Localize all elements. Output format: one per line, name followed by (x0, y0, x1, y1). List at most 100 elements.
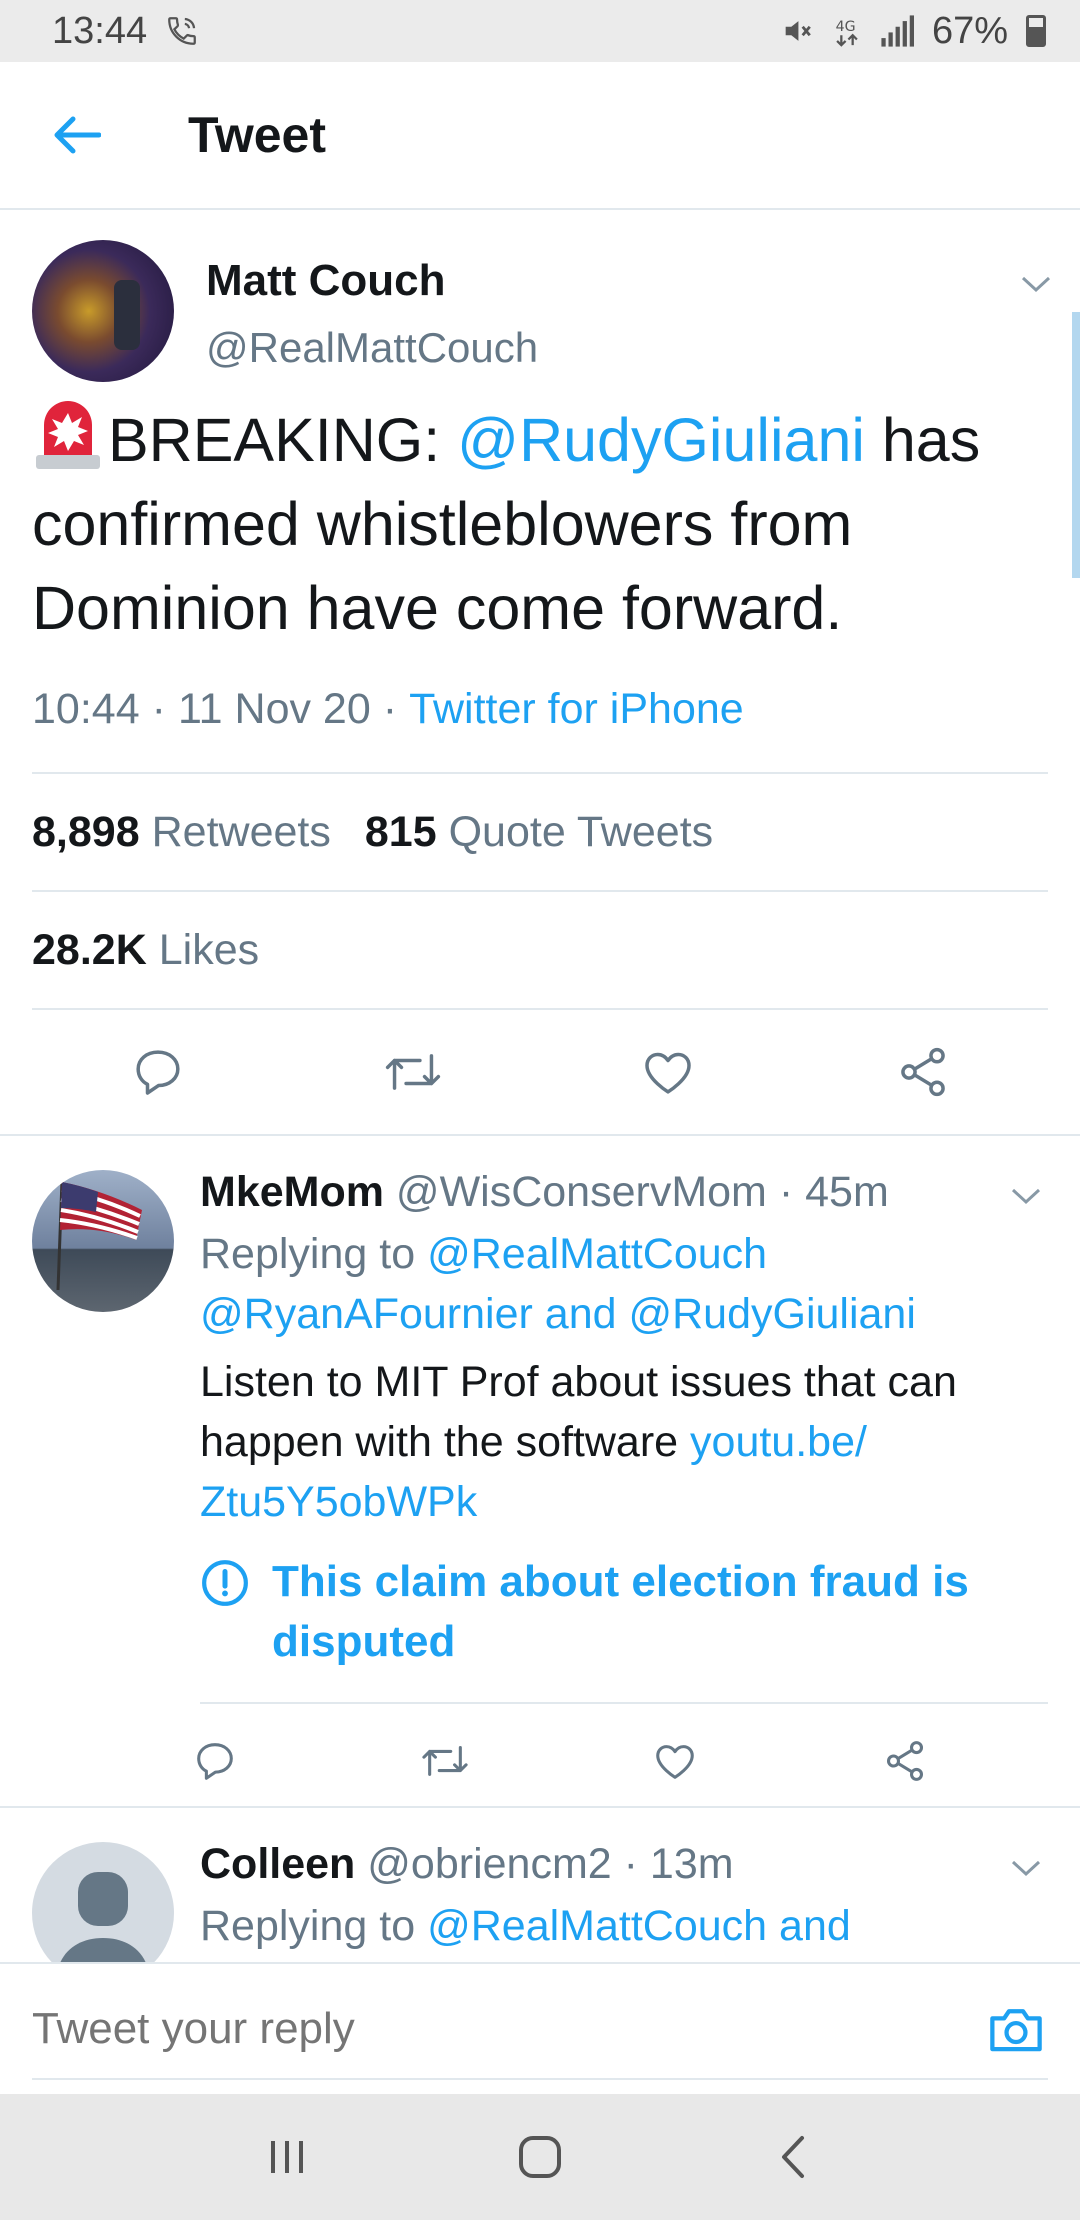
reply-text: Listen to MIT Prof about issues that can… (200, 1352, 1030, 1532)
tweet-date: 11 Nov 20 (177, 684, 371, 733)
author-name[interactable]: Matt Couch (206, 256, 446, 306)
quotes-label: Quote Tweets (448, 807, 714, 856)
data-icon: 4G (836, 19, 858, 47)
recents-button[interactable] (247, 2117, 327, 2197)
retweet-button[interactable] (378, 1037, 448, 1107)
likes-stats: 28.2K Likes (0, 892, 1080, 1008)
replying-to-mention[interactable]: @RealMattCouch and (427, 1902, 851, 1950)
reply-input[interactable] (32, 2004, 832, 2054)
reply-menu-button[interactable] (1006, 1176, 1046, 1216)
reply-age: 13m (649, 1840, 734, 1888)
back-button[interactable] (40, 99, 112, 171)
phone-call-icon (168, 17, 196, 45)
mute-icon (785, 21, 811, 41)
signal-icon (881, 15, 914, 47)
reply-author-name[interactable]: Colleen (200, 1840, 355, 1888)
tweet-menu-button[interactable] (1016, 264, 1056, 304)
likes-count: 28.2K (32, 925, 147, 974)
reply-author-handle[interactable]: @WisConservMom (396, 1168, 767, 1216)
reply-age: 45m (805, 1168, 889, 1216)
camera-icon (990, 2009, 1042, 2052)
retweets-count: 8,898 (32, 807, 140, 856)
system-nav-bar (0, 2094, 1080, 2220)
chevron-down-icon (1021, 276, 1051, 293)
avatar[interactable] (32, 1842, 174, 1962)
main-tweet: Matt Couch @RealMattCouch BREAKING: @Rud… (0, 210, 1080, 1134)
share-icon (886, 1741, 924, 1781)
replying-to-label: Replying to (200, 1230, 428, 1278)
author-handle[interactable]: @RealMattCouch (206, 324, 538, 372)
like-icon (644, 1052, 691, 1094)
tweet-meta: 10:44 · 11 Nov 20 · Twitter for iPhone (0, 670, 1080, 748)
tweet-text-prefix: BREAKING: (108, 406, 458, 474)
quotes-stat[interactable]: 815 Quote Tweets (365, 808, 747, 857)
share-button[interactable] (888, 1037, 958, 1107)
reply-icon (135, 1050, 180, 1095)
like-button[interactable] (640, 1726, 710, 1796)
reply-button[interactable] (180, 1726, 250, 1796)
replying-to-label: Replying to (200, 1902, 428, 1950)
reply-menu-button[interactable] (1006, 1848, 1046, 1888)
composer-underline (32, 2078, 1048, 2080)
replying-to: Replying to @RealMattCouch (200, 1224, 1024, 1284)
separator-dot: · (382, 684, 398, 733)
status-time: 13:44 (52, 9, 148, 52)
nav-back-button[interactable] (753, 2117, 833, 2197)
replying-to-mention[interactable]: @RealMattCouch (427, 1230, 767, 1278)
battery-percent: 67% (931, 9, 1008, 52)
page-title: Tweet (188, 107, 326, 163)
divider (200, 1702, 1048, 1704)
retweet-icon (422, 1746, 468, 1776)
camera-button[interactable] (984, 1997, 1048, 2061)
replying-to-more: @RyanAFournier and @RudyGiuliani (200, 1284, 1024, 1344)
replying-to-mentions[interactable]: @RyanAFournier and @RudyGiuliani (200, 1290, 916, 1338)
like-button[interactable] (633, 1037, 703, 1107)
siren-emoji (36, 401, 100, 469)
flag-image (56, 1179, 142, 1291)
reply-author-name[interactable]: MkeMom (200, 1168, 384, 1216)
avatar[interactable] (32, 240, 174, 382)
tweet-actions (0, 1010, 1080, 1134)
share-button[interactable] (870, 1726, 940, 1796)
likes-stat[interactable]: 28.2K Likes (32, 926, 293, 975)
retweets-stat[interactable]: 8,898 Retweets (32, 808, 365, 857)
reply-link-part1[interactable]: youtu.be/ (690, 1418, 867, 1466)
retweet-stats: 8,898 Retweets 815 Quote Tweets (0, 774, 1080, 890)
svg-text:4G: 4G (836, 19, 856, 35)
separator-dot: · (151, 684, 166, 733)
mention-link[interactable]: @RudyGiuliani (457, 406, 865, 474)
reply-button[interactable] (123, 1037, 193, 1107)
retweet-button[interactable] (410, 1726, 480, 1796)
separator-dot: · (623, 1840, 638, 1888)
reply-composer (0, 1962, 1080, 2094)
status-bar: 13:44 4G 67% (0, 0, 1080, 62)
tweet-text: BREAKING: @RudyGiuliani has confirmed wh… (0, 398, 1080, 650)
battery-icon (1026, 15, 1046, 47)
separator-dot: · (778, 1168, 794, 1216)
chevron-down-icon (1011, 1188, 1041, 1205)
reply-tweet[interactable]: Colleen @obriencm2 · 13m Replying to @Re… (0, 1806, 1080, 1962)
reply-link-part2[interactable]: Ztu5Y5obWPk (200, 1478, 477, 1526)
share-icon (900, 1047, 945, 1097)
tweet-time: 10:44 (32, 684, 140, 733)
replying-to: Replying to @RealMattCouch and (200, 1896, 1024, 1956)
tweet-source-link[interactable]: Twitter for iPhone (409, 685, 744, 734)
like-icon (656, 1745, 694, 1779)
home-button[interactable] (500, 2117, 580, 2197)
nav-back-icon (782, 2136, 805, 2178)
quotes-count: 815 (364, 807, 437, 856)
likes-label: Likes (158, 925, 260, 974)
retweet-icon (385, 1054, 440, 1090)
reply-author-handle[interactable]: @obriencm2 (367, 1840, 611, 1888)
reply-actions (180, 1726, 940, 1796)
disputed-notice[interactable]: This claim about election fraud is dispu… (200, 1552, 1020, 1672)
avatar[interactable] (32, 1170, 174, 1312)
reply-header: MkeMom @WisConservMom · 45m (200, 1162, 1024, 1222)
info-icon (202, 1560, 248, 1606)
status-left: 13:44 (52, 10, 199, 53)
home-icon (518, 2136, 561, 2178)
app-bar: Tweet (0, 62, 1080, 210)
tweet-header: Matt Couch @RealMattCouch (0, 210, 1080, 410)
default-avatar-icon (60, 1872, 146, 1962)
reply-tweet[interactable]: MkeMom @WisConservMom · 45m Replying to … (0, 1134, 1080, 1806)
